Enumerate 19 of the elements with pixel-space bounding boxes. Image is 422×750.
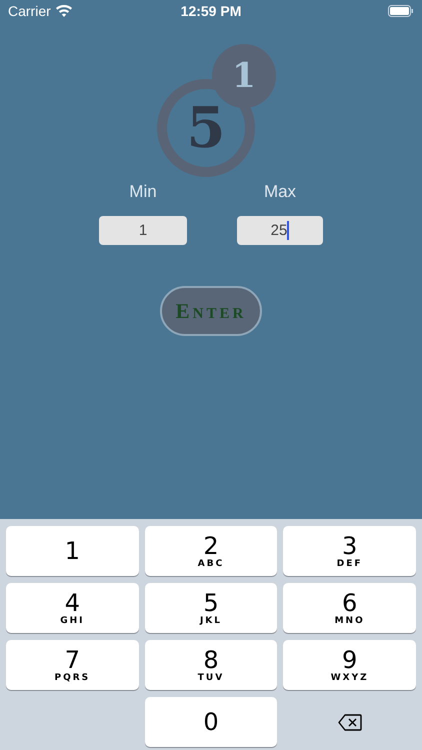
number-field[interactable]: 1 (99, 216, 187, 245)
wifi-icon (56, 5, 72, 17)
field-label: Min (129, 182, 157, 202)
keypad-key[interactable]: 3 DEF (283, 526, 416, 576)
keypad-key[interactable]: 0 (144, 697, 278, 747)
carrier-name: Carrier (8, 3, 51, 19)
keypad-key[interactable]: 5 JKL (144, 583, 278, 633)
keypad-key[interactable]: 2 ABC (144, 526, 278, 576)
keypad-key[interactable]: 8 TUV (144, 640, 278, 690)
number-field[interactable]: 25 (237, 216, 323, 245)
keypad-key[interactable]: 9 WXYZ (283, 640, 416, 690)
keypad-key[interactable]: 4 GHI (6, 583, 139, 633)
keypad-key[interactable]: 1 (6, 526, 139, 576)
delete-icon[interactable] (338, 714, 362, 730)
battery-icon (388, 5, 414, 17)
field-label: Max (264, 182, 296, 202)
status-time: 12:59 PM (180, 3, 242, 19)
keypad-key[interactable]: 7 PQRS (6, 640, 139, 690)
keypad-key[interactable]: 6 MNO (283, 583, 416, 633)
